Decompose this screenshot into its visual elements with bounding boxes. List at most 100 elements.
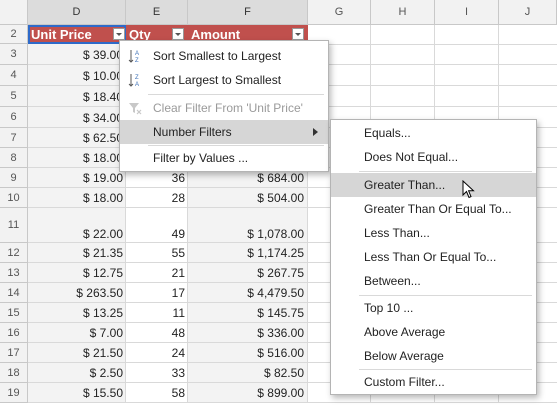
row-header[interactable]: 13 <box>0 263 28 283</box>
qty-cell[interactable]: 24 <box>172 346 185 360</box>
row-header[interactable]: 3 <box>0 44 28 65</box>
qty-cell[interactable]: 21 <box>172 266 185 280</box>
qty-cell[interactable]: 33 <box>172 366 185 380</box>
unit-price-cell[interactable]: $ 18.00 <box>83 151 123 165</box>
select-all-corner[interactable] <box>0 0 28 25</box>
sort-descending-item[interactable]: Z A Sort Largest to Smallest <box>120 68 328 92</box>
column-header-d[interactable]: D <box>28 0 126 25</box>
unit-price-cell[interactable]: $ 21.50 <box>83 346 123 360</box>
equals-item[interactable]: Equals... <box>331 121 536 145</box>
row-header[interactable]: 12 <box>0 243 28 263</box>
unit-price-cell[interactable]: $ 10.00 <box>83 69 123 83</box>
unit-price-cell[interactable]: $ 18.40 <box>83 90 123 104</box>
menu-item-label: Sort Smallest to Largest <box>153 49 282 63</box>
row-header[interactable]: 9 <box>0 168 28 188</box>
unit-price-cell[interactable]: $ 21.35 <box>83 246 123 260</box>
menu-item-label: Number Filters <box>153 125 232 139</box>
amount-cell[interactable]: $ 516.00 <box>257 346 304 360</box>
not-equal-item[interactable]: Does Not Equal... <box>331 145 536 169</box>
unit-price-cell[interactable]: $ 18.00 <box>83 191 123 205</box>
row-header[interactable]: 15 <box>0 303 28 323</box>
unit-price-cell[interactable]: $ 15.50 <box>83 386 123 400</box>
qty-cell[interactable]: 58 <box>172 386 185 400</box>
submenu-arrow-icon <box>313 128 318 136</box>
menu-item-label: Sort Largest to Smallest <box>153 73 282 87</box>
filter-dropdown-button[interactable] <box>172 28 184 40</box>
greater-equal-item[interactable]: Greater Than Or Equal To... <box>331 197 536 221</box>
unit-price-cell[interactable]: $ 34.00 <box>83 111 123 125</box>
sort-ascending-item[interactable]: A Z Sort Smallest to Largest <box>120 44 328 68</box>
amount-cell[interactable]: $ 504.00 <box>257 191 304 205</box>
qty-cell[interactable]: 17 <box>172 286 185 300</box>
menu-separator <box>359 171 532 172</box>
row-header[interactable]: 10 <box>0 188 28 208</box>
row-header[interactable]: 4 <box>0 65 28 86</box>
column-header-f[interactable]: F <box>188 0 308 25</box>
amount-cell[interactable]: $ 1,174.25 <box>247 246 304 260</box>
menu-separator <box>148 94 324 95</box>
column-header-g[interactable]: G <box>308 0 371 25</box>
unit-price-cell[interactable]: $ 22.00 <box>83 227 123 241</box>
custom-filter-item[interactable]: Custom Filter... <box>331 370 536 394</box>
top10-item[interactable]: Top 10 ... <box>331 296 536 320</box>
between-item[interactable]: Between... <box>331 269 536 293</box>
column-label: F <box>244 6 251 18</box>
below-average-item[interactable]: Below Average <box>331 344 536 368</box>
column-header-i[interactable]: I <box>435 0 499 25</box>
amount-cell[interactable]: $ 82.50 <box>264 366 304 380</box>
amount-cell[interactable]: $ 684.00 <box>257 171 304 185</box>
number-filters-item[interactable]: Number Filters <box>120 120 328 144</box>
amount-cell[interactable]: $ 336.00 <box>257 326 304 340</box>
qty-cell[interactable]: 55 <box>172 246 185 260</box>
row-header[interactable]: 7 <box>0 128 28 148</box>
filter-dropdown-button[interactable] <box>113 28 125 40</box>
qty-cell[interactable]: 48 <box>172 326 185 340</box>
row-header[interactable]: 17 <box>0 343 28 363</box>
row-label: 12 <box>7 246 20 259</box>
row-header[interactable]: 16 <box>0 323 28 343</box>
clear-filter-item[interactable]: Clear Filter From 'Unit Price' <box>120 96 328 120</box>
filter-by-values-item[interactable]: Filter by Values ... <box>120 146 328 170</box>
row-header[interactable]: 14 <box>0 283 28 303</box>
qty-cell[interactable]: 36 <box>172 171 185 185</box>
greater-than-item[interactable]: Greater Than... <box>331 173 536 197</box>
column-label: G <box>334 6 344 18</box>
unit-price-cell[interactable]: $ 13.25 <box>83 306 123 320</box>
unit-price-cell[interactable]: $ 39.00 <box>83 48 123 62</box>
column-header-j[interactable]: J <box>499 0 557 25</box>
filter-dropdown-button[interactable] <box>292 28 304 40</box>
row-label: 14 <box>7 286 20 299</box>
less-than-item[interactable]: Less Than... <box>331 221 536 245</box>
qty-cell[interactable]: 49 <box>172 227 185 241</box>
menu-item-label: Top 10 ... <box>364 301 414 315</box>
column-label: J <box>524 6 531 18</box>
qty-cell[interactable]: 11 <box>173 306 185 320</box>
amount-cell[interactable]: $ 4,479.50 <box>247 286 304 300</box>
row-header[interactable]: 8 <box>0 148 28 168</box>
row-header[interactable]: 2 <box>0 25 28 44</box>
row-header[interactable]: 5 <box>0 86 28 107</box>
above-average-item[interactable]: Above Average <box>331 320 536 344</box>
unit-price-cell[interactable]: $ 19.00 <box>83 171 123 185</box>
amount-cell[interactable]: $ 899.00 <box>257 386 304 400</box>
column-header-h[interactable]: H <box>371 0 435 25</box>
amount-cell[interactable]: $ 267.75 <box>257 266 304 280</box>
row-header[interactable]: 11 <box>0 208 28 243</box>
row-header[interactable]: 19 <box>0 383 28 403</box>
column-label: I <box>464 6 469 18</box>
unit-price-cell[interactable]: $ 7.00 <box>90 326 123 340</box>
row-header[interactable]: 6 <box>0 107 28 128</box>
unit-price-cell[interactable]: $ 12.75 <box>83 266 123 280</box>
amount-cell[interactable]: $ 1,078.00 <box>247 227 304 241</box>
qty-cell[interactable]: 28 <box>172 191 185 205</box>
row-header[interactable]: 18 <box>0 363 28 383</box>
unit-price-cell[interactable]: $ 62.50 <box>83 131 123 145</box>
amount-cell[interactable]: $ 145.75 <box>257 306 304 320</box>
less-equal-item[interactable]: Less Than Or Equal To... <box>331 245 536 269</box>
unit-price-cell[interactable]: $ 263.50 <box>76 286 123 300</box>
unit-price-cell[interactable]: $ 2.50 <box>90 366 123 380</box>
menu-item-label: Filter by Values ... <box>153 151 249 165</box>
row-label: 17 <box>7 346 20 359</box>
sort-ascending-icon: A Z <box>128 50 139 64</box>
column-header-e[interactable]: E <box>126 0 188 25</box>
